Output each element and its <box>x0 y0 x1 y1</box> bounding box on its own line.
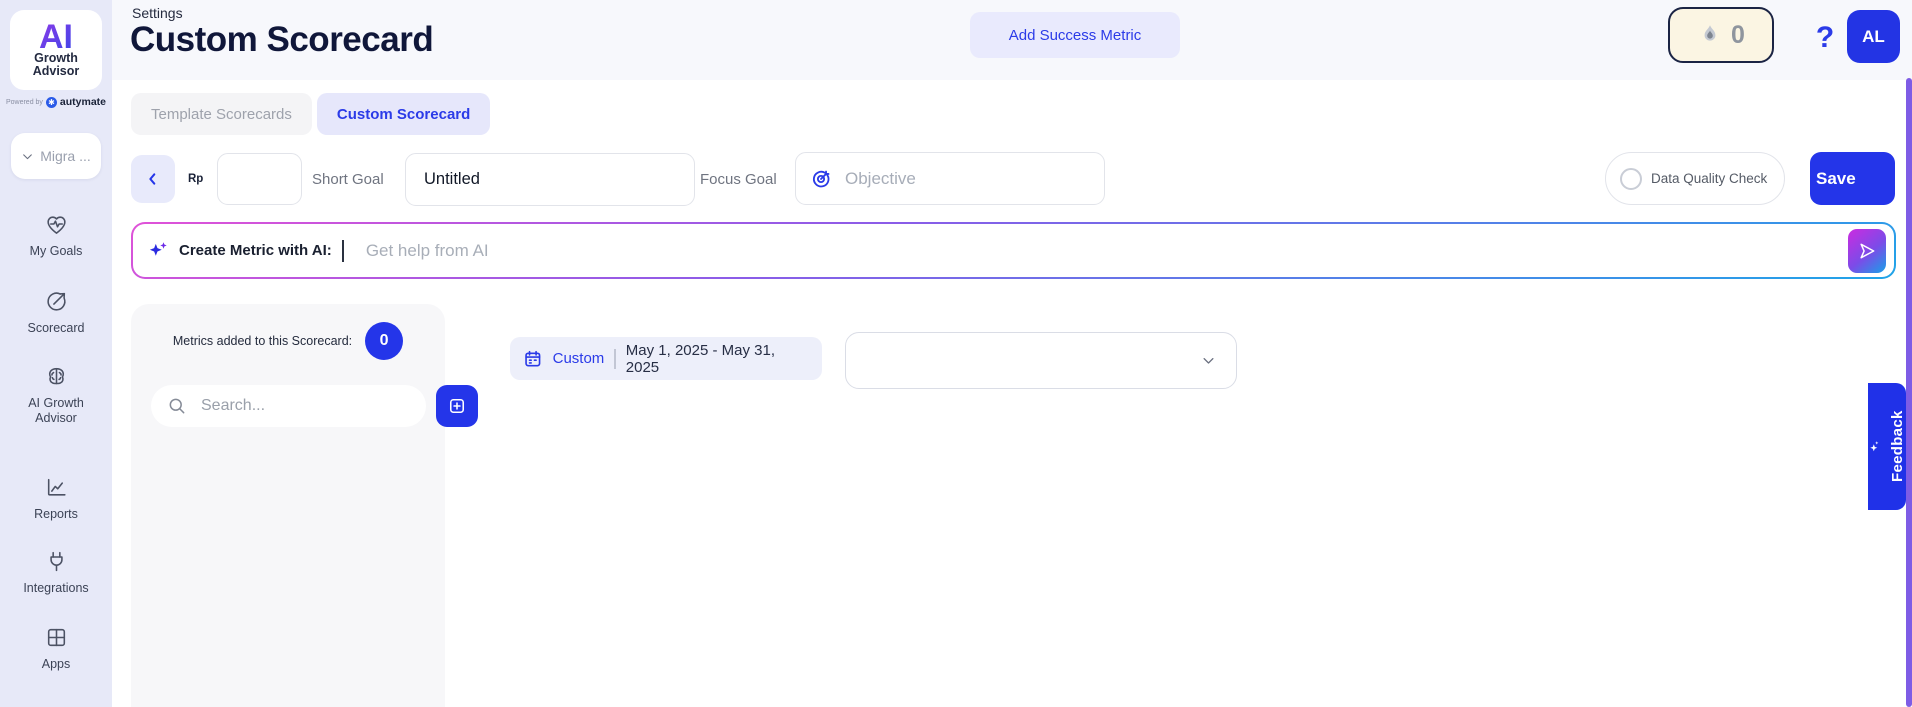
sparkles-icon <box>147 240 169 262</box>
plug-icon <box>44 549 69 574</box>
goal-amount-field[interactable] <box>217 153 302 205</box>
coin-count: 0 <box>1731 21 1745 50</box>
line-chart-icon <box>44 475 69 500</box>
goal-amount-field-wrap <box>217 152 302 206</box>
page-title: Custom Scorecard <box>130 20 433 60</box>
sidebar-item-apps[interactable]: Apps <box>0 625 112 672</box>
search-input[interactable] <box>199 396 410 416</box>
feedback-button[interactable]: Feedback <box>1868 383 1906 510</box>
ai-send-button[interactable] <box>1848 229 1886 273</box>
app-root: AI Growth Advisor Powered by ✱ autymate … <box>0 0 1912 707</box>
sidebar-item-label: My Goals <box>17 244 95 259</box>
metrics-count-row: Metrics added to this Scorecard: 0 <box>131 322 445 360</box>
logo-advisor-text: Advisor <box>33 65 80 78</box>
calendar-icon <box>523 349 543 369</box>
tab-custom-scorecard[interactable]: Custom Scorecard <box>317 93 490 135</box>
sidebar-item-integrations[interactable]: Integrations <box>0 549 112 596</box>
scorecard-tabs: Template Scorecards Custom Scorecard <box>131 93 490 135</box>
plus-square-icon <box>446 395 468 417</box>
breadcrumb: Settings <box>132 5 183 21</box>
workspace-selector[interactable]: Migra ... <box>11 133 101 179</box>
send-icon <box>1857 241 1877 261</box>
sidebar-item-scorecard[interactable]: Scorecard <box>0 289 112 336</box>
add-success-metric-button[interactable]: Add Success Metric <box>970 12 1180 58</box>
data-quality-check-label: Data Quality Check <box>1651 171 1767 186</box>
ai-prompt-prefix: Create Metric with AI: <box>179 242 332 259</box>
app-logo: AI Growth Advisor <box>10 10 102 90</box>
sparkles-icon <box>1867 440 1882 453</box>
currency-label: Rp <box>188 152 203 206</box>
sidebar-item-my-goals[interactable]: My Goals <box>0 212 112 259</box>
add-metric-square-button[interactable] <box>436 385 478 427</box>
sidebar: AI Growth Advisor Powered by ✱ autymate … <box>0 0 112 707</box>
sidebar-item-label: AI Growth Advisor <box>17 396 95 426</box>
sidebar-item-ai-growth-advisor[interactable]: AI Growth Advisor <box>0 364 112 426</box>
logo-ai-mark: AI <box>39 22 73 53</box>
heart-pulse-icon <box>44 212 69 237</box>
date-separator <box>614 349 615 369</box>
sidebar-item-label: Integrations <box>17 581 95 596</box>
date-range-label: May 1, 2025 - May 31, 2025 <box>626 342 809 376</box>
objective-field-wrap <box>795 152 1105 205</box>
ai-prompt-input[interactable] <box>354 240 1838 262</box>
date-mode-label: Custom <box>553 350 605 367</box>
metrics-search-row <box>151 385 443 427</box>
search-field-wrap <box>151 385 426 427</box>
metrics-panel: Metrics added to this Scorecard: 0 <box>131 304 445 707</box>
avatar[interactable]: AL <box>1847 10 1900 63</box>
sidebar-item-label: Apps <box>17 657 95 672</box>
flame-icon <box>1697 22 1723 48</box>
powered-by-label: Powered by <box>6 99 43 106</box>
text-cursor <box>342 240 344 262</box>
autymate-logo-icon: ✱ <box>46 97 57 108</box>
sidebar-item-label: Scorecard <box>17 321 95 336</box>
ai-prompt-bar: Create Metric with AI: <box>131 222 1896 279</box>
chevron-left-icon <box>145 170 161 188</box>
focus-goal-label: Focus Goal <box>700 152 777 206</box>
feedback-label: Feedback <box>1889 411 1906 483</box>
period-dropdown[interactable] <box>845 332 1237 389</box>
metrics-count-label: Metrics added to this Scorecard: <box>173 334 352 348</box>
short-goal-field[interactable] <box>405 153 695 206</box>
main-area: Settings Custom Scorecard Add Success Me… <box>112 0 1912 707</box>
short-goal-label: Short Goal <box>312 152 384 206</box>
metrics-count-badge: 0 <box>365 322 403 360</box>
vertical-scrollbar[interactable] <box>1906 78 1912 707</box>
short-goal-field-wrap <box>405 152 695 206</box>
sidebar-item-reports[interactable]: Reports <box>0 475 112 522</box>
grid-icon <box>44 625 69 650</box>
coin-balance-badge[interactable]: 0 <box>1668 7 1774 63</box>
objective-field[interactable] <box>843 168 1090 190</box>
target-arrow-icon <box>44 289 69 314</box>
autymate-brand-text: autymate <box>60 96 106 108</box>
data-quality-check-toggle[interactable]: Data Quality Check <box>1605 152 1785 205</box>
sidebar-item-label: Reports <box>17 507 95 522</box>
bullseye-icon <box>810 168 832 190</box>
help-button[interactable]: ? <box>1807 16 1843 60</box>
date-range-pill[interactable]: Custom May 1, 2025 - May 31, 2025 <box>510 337 822 380</box>
search-icon <box>167 396 187 416</box>
chevron-down-icon <box>1201 353 1216 368</box>
tab-template-scorecards[interactable]: Template Scorecards <box>131 93 312 135</box>
powered-by-row: Powered by ✱ autymate <box>0 96 112 108</box>
chevron-down-icon <box>21 150 34 163</box>
workspace-selector-label: Migra ... <box>40 148 91 164</box>
save-button[interactable]: Save <box>1810 152 1895 205</box>
radio-circle-icon <box>1620 168 1642 190</box>
back-button[interactable] <box>131 155 175 203</box>
brain-icon <box>44 364 69 389</box>
